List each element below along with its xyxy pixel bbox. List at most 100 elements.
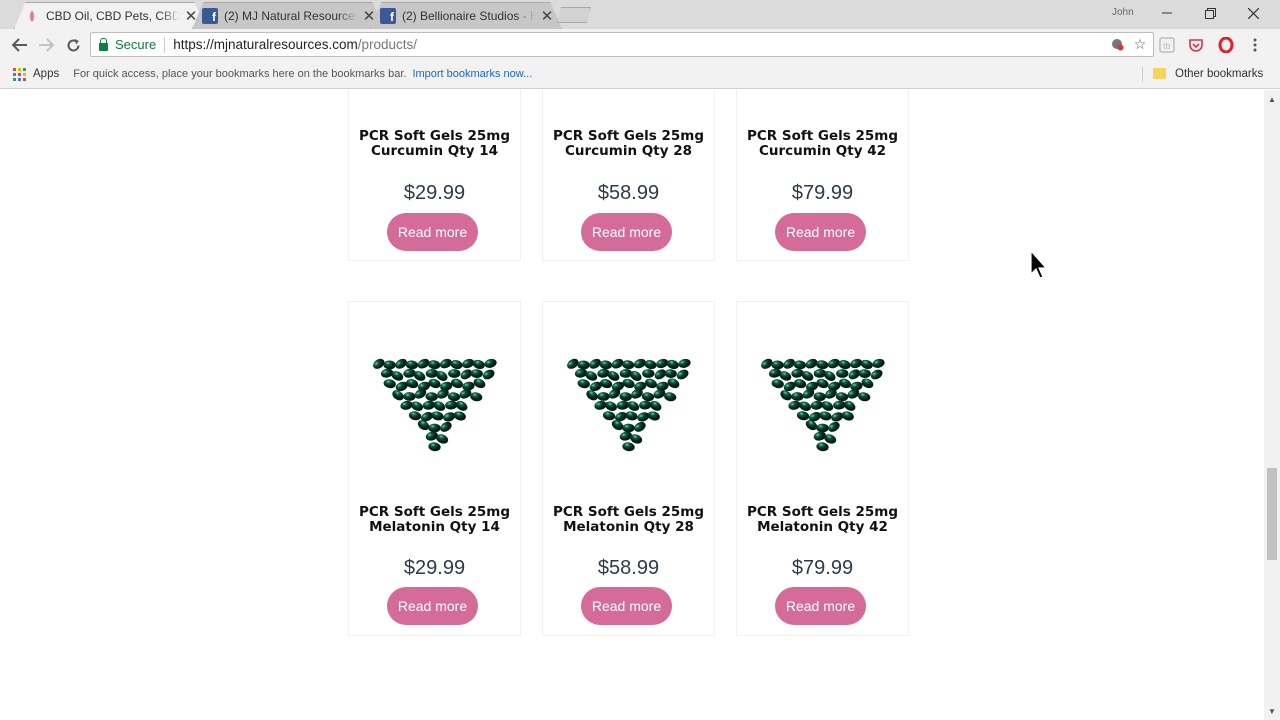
reload-icon[interactable] xyxy=(61,33,85,57)
secure-label: Secure xyxy=(115,37,157,52)
close-window-icon[interactable] xyxy=(1231,2,1275,24)
softgel-capsule xyxy=(633,421,646,432)
softgel-capsule xyxy=(815,442,829,452)
scrollbar-thumb[interactable] xyxy=(1267,468,1277,560)
softgel-capsule xyxy=(596,392,610,401)
softgel-capsule xyxy=(793,360,806,370)
softgel-capsule xyxy=(621,360,634,370)
softgel-capsule xyxy=(666,359,679,370)
softgel-capsule xyxy=(820,401,833,411)
softgel-capsule xyxy=(439,421,452,432)
softgel-capsule xyxy=(483,358,497,368)
product-card[interactable]: PCR Soft Gels 25mg Curcumin Qty 14 $29.99… xyxy=(348,90,521,261)
softgel-capsule xyxy=(815,360,828,370)
product-name[interactable]: PCR Soft Gels 25mg Curcumin Qty 14 xyxy=(349,129,520,159)
read-more-button[interactable]: Read more xyxy=(387,213,478,251)
close-tab-icon[interactable]: ✕ xyxy=(362,7,376,25)
bookmarks-hint: For quick access, place your bookmarks h… xyxy=(73,68,407,80)
product-price: $58.99 xyxy=(597,557,660,579)
close-tab-icon[interactable]: ✕ xyxy=(184,7,198,25)
softgel-capsule xyxy=(427,423,441,433)
softgel-capsule xyxy=(771,379,784,389)
product-name[interactable]: PCR Soft Gels 25mg Melatonin Qty 28 xyxy=(543,505,714,535)
product-image[interactable] xyxy=(738,310,909,500)
product-name[interactable]: PCR Soft Gels 25mg Melatonin Qty 14 xyxy=(349,505,520,535)
product-price: $29.99 xyxy=(403,182,466,204)
softgel-capsule xyxy=(827,421,840,432)
product-card[interactable]: PCR Soft Gels 25mg Melatonin Qty 42 $79.9… xyxy=(736,301,909,636)
read-more-button[interactable]: Read more xyxy=(775,213,866,251)
other-bookmarks-button[interactable]: Other bookmarks xyxy=(1175,68,1263,80)
product-image[interactable] xyxy=(350,310,521,500)
close-tab-icon[interactable]: ✕ xyxy=(540,7,554,25)
softgel-capsule xyxy=(449,360,463,370)
softgel-capsule xyxy=(676,369,689,380)
opera-icon[interactable] xyxy=(1217,36,1235,54)
star-icon[interactable]: ☆ xyxy=(1133,36,1147,52)
softgel-capsule xyxy=(447,369,460,378)
restore-icon[interactable] xyxy=(1188,2,1232,24)
scroll-down-arrow-icon[interactable]: ▼ xyxy=(1264,704,1280,718)
product-card[interactable]: PCR Soft Gels 25mg Curcumin Qty 28 $58.99… xyxy=(542,90,715,261)
softgel-capsule xyxy=(643,360,657,370)
product-price: $29.99 xyxy=(403,557,466,579)
pocket-icon[interactable] xyxy=(1187,36,1205,54)
product-card[interactable]: PCR Soft Gels 25mg Melatonin Qty 14 $29.9… xyxy=(348,301,521,636)
softgel-capsule xyxy=(838,378,851,389)
softgel-capsule xyxy=(444,400,457,410)
softgel-capsule xyxy=(858,369,871,379)
svg-text:tb: tb xyxy=(1163,41,1171,51)
import-bookmarks-link[interactable]: Import bookmarks now... xyxy=(412,68,532,80)
read-more-button[interactable]: Read more xyxy=(581,587,672,625)
tab-bellionaire-studios[interactable]: f (2) Bellionaire Studios - H ✕ xyxy=(370,2,562,29)
read-more-button[interactable]: Read more xyxy=(775,587,866,625)
cookie-blocked-icon[interactable] xyxy=(1110,36,1124,52)
softgel-capsule xyxy=(453,411,466,421)
softgel-capsule xyxy=(604,401,617,411)
softgel-capsule xyxy=(677,358,691,368)
softgel-capsule xyxy=(798,401,811,411)
lock-icon xyxy=(99,37,108,51)
softgel-capsule xyxy=(447,392,460,402)
address-bar[interactable]: Secure https://mjnaturalresources.com/pr… xyxy=(90,32,1154,57)
softgel-capsule xyxy=(818,411,832,421)
tab-strip: CBD Oil, CBD Pets, CBD H ✕ f (2) MJ Natu… xyxy=(0,0,1280,29)
facebook-icon: f xyxy=(380,7,396,24)
softgel-capsule xyxy=(843,400,855,411)
product-name[interactable]: PCR Soft Gels 25mg Melatonin Qty 42 xyxy=(737,505,908,535)
softgel-capsule xyxy=(647,411,660,421)
softgel-capsule xyxy=(430,411,444,421)
mouse-cursor-icon xyxy=(1030,250,1048,279)
product-card[interactable]: PCR Soft Gels 25mg Melatonin Qty 28 $58.9… xyxy=(542,301,715,636)
product-card[interactable]: PCR Soft Gels 25mg Curcumin Qty 42 $79.99… xyxy=(736,90,909,261)
softgel-capsule xyxy=(450,378,463,389)
scroll-up-arrow-icon[interactable]: ▲ xyxy=(1264,92,1280,106)
url-text[interactable]: https://mjnaturalresources.com/products/ xyxy=(173,37,417,52)
softgel-capsule xyxy=(577,379,590,389)
product-name[interactable]: PCR Soft Gels 25mg Curcumin Qty 42 xyxy=(737,129,908,159)
new-tab-button[interactable] xyxy=(557,7,591,23)
menu-dots-icon[interactable] xyxy=(1246,36,1264,54)
softgel-capsule xyxy=(599,360,612,370)
tab-cbd-oil[interactable]: CBD Oil, CBD Pets, CBD H ✕ xyxy=(14,2,206,29)
apps-link[interactable]: Apps xyxy=(33,68,59,80)
product-name[interactable]: PCR Soft Gels 25mg Curcumin Qty 28 xyxy=(543,129,714,159)
url-path: /products/ xyxy=(357,37,418,52)
softgel-capsule xyxy=(860,359,873,370)
read-more-button[interactable]: Read more xyxy=(387,587,478,625)
softgel-capsule xyxy=(472,359,485,370)
profile-name[interactable]: John xyxy=(1112,7,1134,18)
softgel-capsule xyxy=(837,360,851,370)
softgel-capsule xyxy=(402,392,416,401)
tab-mj-natural-resources[interactable]: f (2) MJ Natural Resources ✕ xyxy=(192,2,384,29)
apps-grid-icon[interactable] xyxy=(13,67,26,81)
extension-icon[interactable]: tb xyxy=(1158,36,1176,54)
back-arrow-icon[interactable] xyxy=(8,33,32,57)
minimize-icon[interactable] xyxy=(1145,2,1189,24)
softgel-capsule xyxy=(621,423,635,433)
page-scrollbar[interactable]: ▲ ▼ xyxy=(1264,90,1280,720)
forward-arrow-icon[interactable] xyxy=(34,33,58,57)
read-more-button[interactable]: Read more xyxy=(581,213,672,251)
product-image[interactable] xyxy=(544,310,715,500)
softgel-capsule xyxy=(832,400,845,410)
